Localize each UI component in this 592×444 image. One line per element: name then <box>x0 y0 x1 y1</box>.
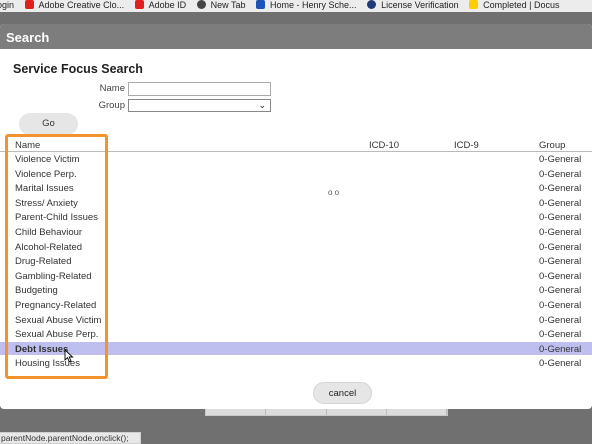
annotation-highlight-box <box>5 134 108 379</box>
bookmark-label: Completed | Docus <box>483 0 560 10</box>
cell-group: 0-General <box>539 154 582 165</box>
loading-indicator: o o <box>328 188 340 197</box>
mouse-cursor-icon <box>64 349 74 363</box>
docusign-icon <box>469 0 479 9</box>
name-input[interactable] <box>128 82 271 96</box>
bookmark-3[interactable]: New Tab <box>196 0 246 10</box>
bookmark-2[interactable]: Adobe ID <box>134 0 187 10</box>
cell-group: 0-General <box>539 285 582 297</box>
bookmark-5[interactable]: License Verification <box>367 0 459 10</box>
cell-group: 0-General <box>539 197 582 209</box>
cell-group: 0-General <box>539 226 582 238</box>
search-heading: Service Focus Search <box>13 62 143 76</box>
go-button[interactable]: Go <box>19 113 78 135</box>
bookmark-6[interactable]: Completed | Docus <box>469 0 560 10</box>
bookmark-label: New Tab <box>210 0 246 10</box>
adobe-icon <box>134 0 144 9</box>
header-icd10[interactable]: ICD-10 <box>369 140 399 151</box>
bookmark-label: License Verification <box>381 0 459 10</box>
bookmark-label: Adobe Creative Clo... <box>38 0 125 10</box>
cell-group: 0-General <box>539 256 582 268</box>
search-dialog: Search Service Focus Search Name Group ⌄… <box>0 24 592 409</box>
bookmark-4[interactable]: Home - Henry Sche... <box>256 0 357 10</box>
cell-group: 0-General <box>539 314 582 326</box>
cell-group: 0-General <box>539 299 582 311</box>
cell-group: 0-General <box>539 270 582 282</box>
cell-group: 0-General <box>539 183 582 195</box>
header-group[interactable]: Group <box>539 140 565 151</box>
bookmarks-bar: ogin Adobe Creative Clo... Adobe ID New … <box>0 0 592 12</box>
bookmark-label: Home - Henry Sche... <box>270 0 357 10</box>
cell-group: 0-General <box>539 212 582 224</box>
header-icd9[interactable]: ICD-9 <box>454 140 479 151</box>
cell-group: 0-General <box>539 329 582 341</box>
cancel-button[interactable]: cancel <box>313 382 372 404</box>
adobe-icon <box>24 0 34 9</box>
dialog-title: Search <box>0 24 592 49</box>
chevron-down-icon: ⌄ <box>258 100 266 110</box>
chrome-icon <box>196 0 206 9</box>
license-icon <box>367 0 377 9</box>
cell-group: 0-General <box>539 358 582 370</box>
bookmark-0[interactable]: ogin <box>0 0 15 10</box>
cell-group: 0-General <box>539 241 582 253</box>
bookmark-label: ogin <box>0 0 15 10</box>
cell-group: 0-General <box>539 168 582 180</box>
status-bar: parentNode.parentNode.onclick(); <box>0 432 141 444</box>
group-select[interactable]: ⌄ <box>128 99 271 112</box>
cell-group: 0-General <box>539 343 582 355</box>
bookmark-label: Adobe ID <box>148 0 187 10</box>
name-label: Name <box>99 83 125 94</box>
henry-schein-icon <box>256 0 266 9</box>
bookmark-1[interactable]: Adobe Creative Clo... <box>24 0 125 10</box>
group-label: Group <box>98 100 125 111</box>
